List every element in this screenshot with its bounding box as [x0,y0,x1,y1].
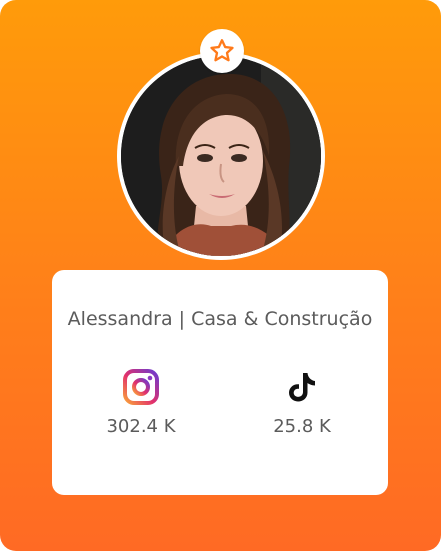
influencer-card: Alessandra | Casa & Construção 302.4 K 2… [0,0,441,551]
instagram-followers: 302.4 K [106,416,176,437]
tiktok-followers: 25.8 K [273,416,331,437]
avatar-ring [117,52,325,260]
featured-badge[interactable] [200,29,244,73]
tiktok-stat[interactable]: 25.8 K [232,368,372,437]
avatar-photo [121,56,321,256]
star-icon [210,39,234,62]
instagram-icon [71,368,211,406]
profile-info-panel: Alessandra | Casa & Construção 302.4 K 2… [52,270,388,495]
tiktok-icon [232,368,372,406]
profile-name: Alessandra | Casa & Construção [67,308,373,330]
avatar[interactable] [121,56,321,256]
instagram-stat[interactable]: 302.4 K [71,368,211,437]
